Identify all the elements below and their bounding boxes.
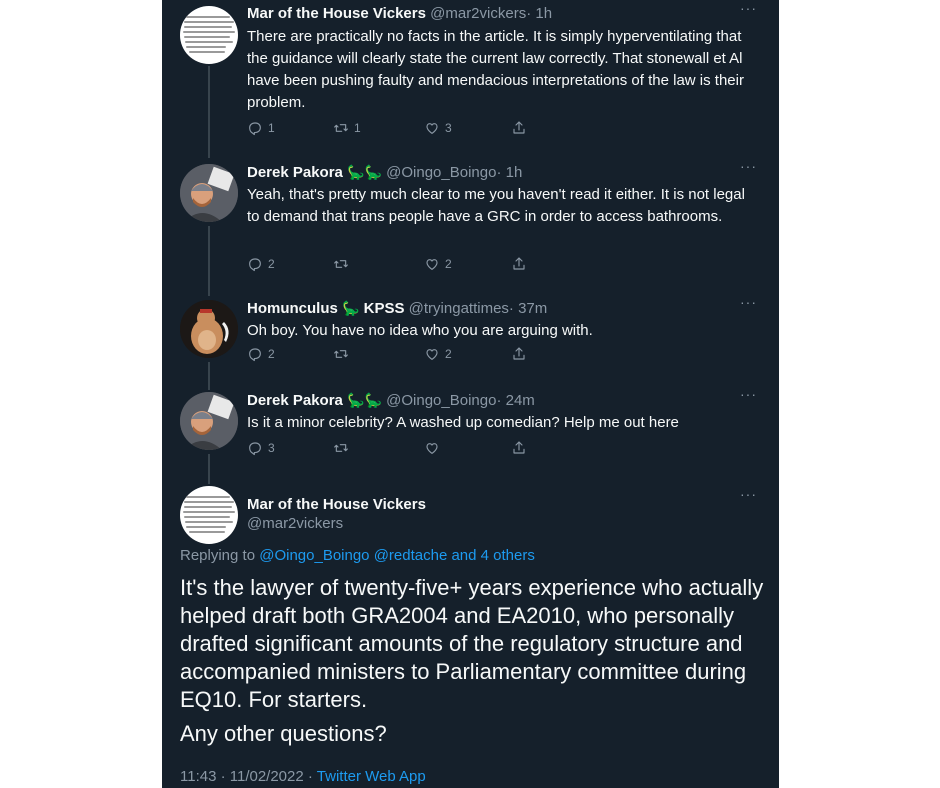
tweet-text: Yeah, that's pretty much clear to me you… [247, 186, 745, 225]
tweet-actions: 1 1 3 [247, 120, 547, 140]
reply-count: 2 [268, 257, 275, 271]
retweet-icon [333, 120, 349, 136]
like-button[interactable]: 2 [424, 346, 452, 362]
retweet-button[interactable] [333, 440, 354, 456]
like-button[interactable]: 2 [424, 256, 452, 272]
share-icon [511, 440, 527, 456]
display-name[interactable]: Mar of the House Vickers [247, 496, 426, 513]
retweet-button[interactable] [333, 346, 354, 362]
twitter-thread-screenshot: Mar of the House Vickers @mar2vickers· 1… [162, 0, 779, 788]
reply-icon [247, 256, 263, 272]
like-button[interactable] [424, 440, 445, 456]
display-name-suffix: KPSS [363, 300, 405, 317]
tweet[interactable]: Derek Pakora 🦕🦕 @Oingo_Boingo· 1h ··· Ye… [162, 158, 779, 286]
reply-button[interactable]: 1 [247, 120, 275, 136]
retweet-button[interactable]: 1 [333, 120, 361, 136]
share-button[interactable] [511, 256, 527, 272]
more-icon[interactable]: ··· [740, 486, 757, 502]
replying-to-link[interactable]: @Oingo_Boingo @redtache and 4 others [259, 547, 535, 564]
more-icon[interactable]: ··· [740, 386, 757, 402]
tweet-text: Is it a minor celebrity? A washed up com… [247, 414, 679, 431]
main-tweet-text: It's the lawyer of twenty-five+ years ex… [180, 575, 764, 712]
dinosaur-emoji: 🦕 [347, 392, 365, 408]
reply-count: 1 [268, 121, 275, 135]
replying-to: Replying to @Oingo_Boingo @redtache and … [180, 547, 535, 564]
avatar[interactable] [180, 392, 238, 450]
replying-prefix: Replying to [180, 547, 260, 564]
avatar[interactable] [180, 486, 238, 544]
client-link[interactable]: Twitter Web App [317, 768, 426, 785]
tweet-header: Homunculus 🦕 KPSS @tryingattimes· 37m [247, 298, 547, 319]
reply-icon [247, 440, 263, 456]
reply-icon [247, 346, 263, 362]
tweet-text: There are practically no facts in the ar… [247, 28, 744, 111]
more-icon[interactable]: ··· [740, 158, 757, 174]
tweet-header: Derek Pakora 🦕🦕 @Oingo_Boingo· 24m [247, 390, 535, 411]
like-icon [424, 440, 440, 456]
avatar[interactable] [180, 6, 238, 64]
share-button[interactable] [511, 120, 527, 136]
timestamp[interactable]: · 1h [526, 5, 552, 22]
handle[interactable]: @tryingattimes [409, 300, 509, 317]
retweet-icon [333, 440, 349, 456]
tweet-footer: 11:43 · 11/02/2022 · Twitter Web App [180, 768, 426, 785]
reply-button[interactable]: 2 [247, 256, 275, 272]
like-icon [424, 120, 440, 136]
timestamp[interactable]: · 1h [496, 164, 522, 181]
share-icon [511, 120, 527, 136]
avatar[interactable] [180, 164, 238, 222]
display-name[interactable]: Derek Pakora [247, 164, 343, 181]
timestamp[interactable]: 11:43 · 11/02/2022 · [180, 768, 317, 785]
reply-button[interactable]: 2 [247, 346, 275, 362]
reply-count: 3 [268, 441, 275, 455]
share-icon [511, 256, 527, 272]
reply-count: 2 [268, 347, 275, 361]
more-icon[interactable]: ··· [740, 294, 757, 310]
timestamp[interactable]: · 24m [496, 392, 534, 409]
share-button[interactable] [511, 440, 527, 456]
display-name[interactable]: Homunculus [247, 300, 338, 317]
tweet-actions: 2 2 [247, 256, 547, 276]
handle[interactable]: @Oingo_Boingo [386, 392, 496, 409]
like-icon [424, 346, 440, 362]
like-count: 2 [445, 257, 452, 271]
dinosaur-emoji: 🦕 [364, 164, 382, 180]
retweet-button[interactable] [333, 256, 354, 272]
retweet-icon [333, 346, 349, 362]
tweet-header: Derek Pakora 🦕🦕 @Oingo_Boingo· 1h [247, 162, 522, 183]
dinosaur-emoji: 🦕 [347, 164, 365, 180]
like-icon [424, 256, 440, 272]
handle[interactable]: @Oingo_Boingo [386, 164, 496, 181]
tweet-header: Mar of the House Vickers @mar2vickers· 1… [247, 4, 552, 24]
timestamp[interactable]: · 37m [509, 300, 547, 317]
retweet-icon [333, 256, 349, 272]
like-count: 3 [445, 121, 452, 135]
dinosaur-emoji: 🦕 [364, 392, 382, 408]
like-button[interactable]: 3 [424, 120, 452, 136]
handle[interactable]: @mar2vickers [430, 5, 526, 22]
like-count: 2 [445, 347, 452, 361]
tweet-text: Oh boy. You have no idea who you are arg… [247, 322, 593, 339]
reply-button[interactable]: 3 [247, 440, 275, 456]
retweet-count: 1 [354, 121, 361, 135]
share-button[interactable] [511, 346, 527, 362]
main-tweet-text-2: Any other questions? [180, 721, 387, 746]
more-icon[interactable]: ··· [740, 0, 757, 16]
tweet[interactable]: Homunculus 🦕 KPSS @tryingattimes· 37m ··… [162, 294, 779, 374]
handle[interactable]: @mar2vickers [247, 515, 343, 532]
tweet-actions: 2 2 [247, 346, 547, 366]
tweet-actions: 3 [247, 440, 547, 460]
share-icon [511, 346, 527, 362]
dinosaur-emoji: 🦕 [342, 300, 360, 316]
reply-icon [247, 120, 263, 136]
tweet[interactable]: Derek Pakora 🦕🦕 @Oingo_Boingo· 24m ··· I… [162, 386, 779, 466]
tweet[interactable]: Mar of the House Vickers @mar2vickers· 1… [162, 0, 779, 150]
display-name[interactable]: Mar of the House Vickers [247, 5, 426, 22]
avatar[interactable] [180, 300, 238, 358]
display-name[interactable]: Derek Pakora [247, 392, 343, 409]
